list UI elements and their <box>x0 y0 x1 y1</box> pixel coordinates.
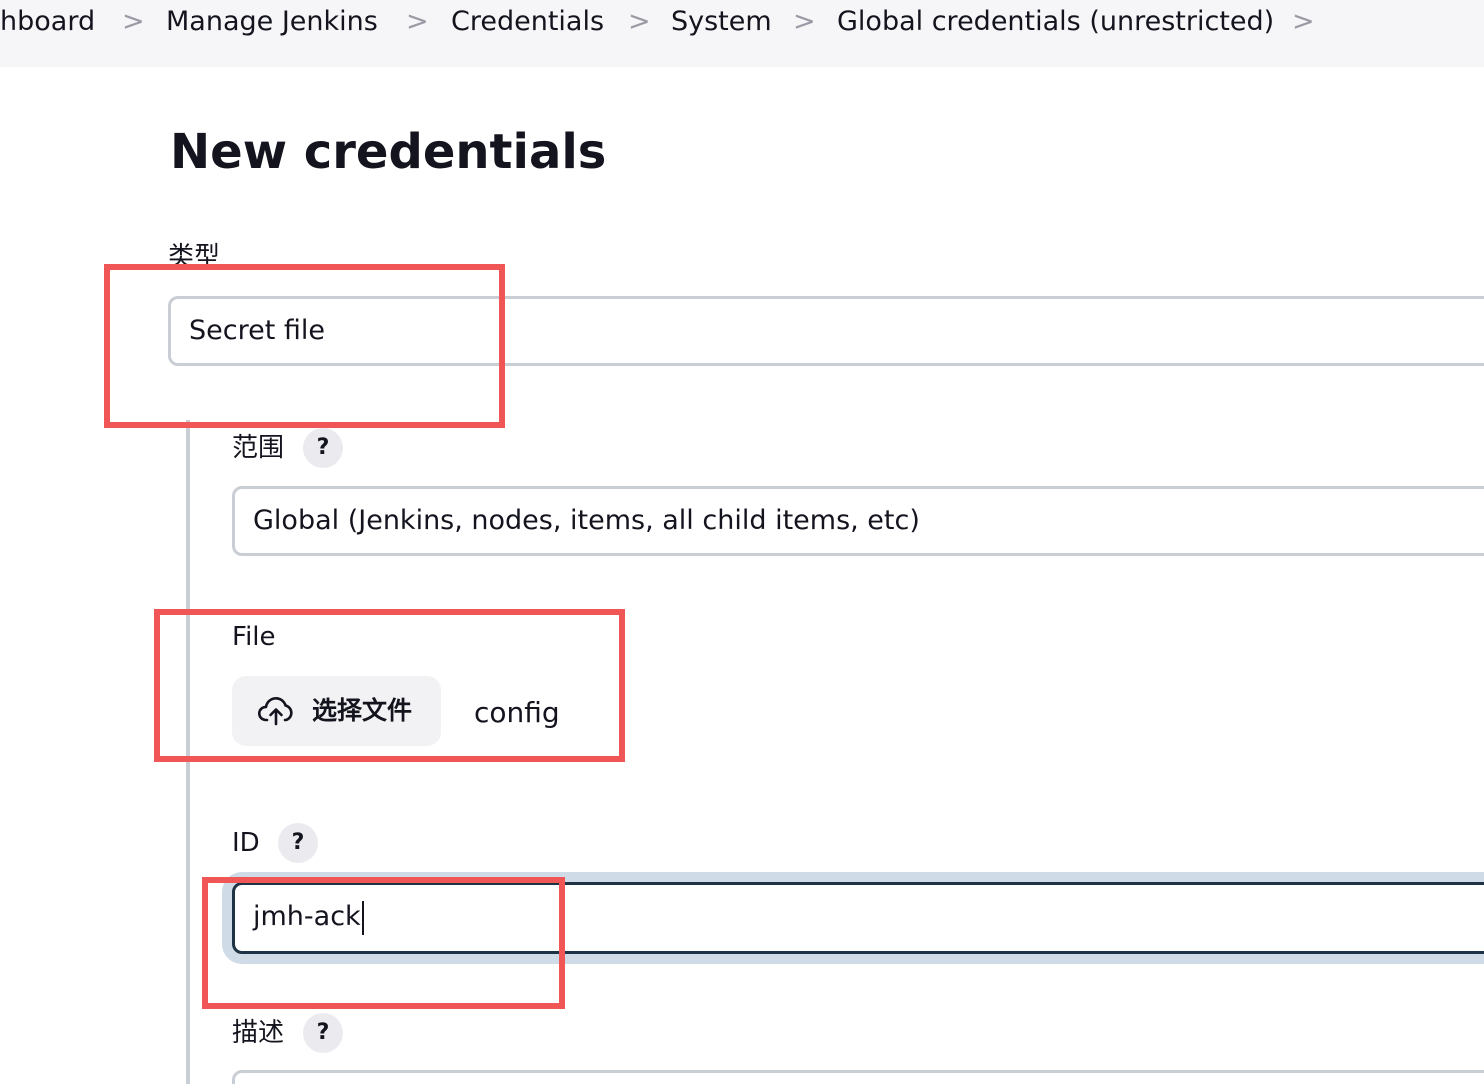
chosen-file-name: config <box>474 696 560 729</box>
choose-file-button-label: 选择文件 <box>312 696 413 725</box>
new-credentials-page: hboard > Manage Jenkins > Credentials > … <box>0 0 1484 1084</box>
scope-help-icon[interactable]: ? <box>303 428 343 468</box>
scope-label: 范围 <box>232 433 285 463</box>
kind-label: 类型 <box>168 242 221 272</box>
file-label: File <box>232 622 276 652</box>
breadcrumb-item-manage-jenkins[interactable]: Manage Jenkins <box>166 4 378 40</box>
description-help-icon[interactable]: ? <box>303 1013 343 1053</box>
breadcrumb-item-credentials[interactable]: Credentials <box>451 4 604 40</box>
breadcrumb: hboard > Manage Jenkins > Credentials > … <box>0 0 1484 67</box>
choose-file-button[interactable]: 选择文件 <box>232 676 441 746</box>
page-title: New credentials <box>170 124 607 180</box>
chevron-right-icon[interactable]: > <box>1292 4 1315 40</box>
kind-select[interactable]: Secret file <box>168 296 1484 366</box>
chevron-right-icon: > <box>628 6 651 37</box>
breadcrumb-item-global-credentials[interactable]: Global credentials (unrestricted) <box>837 4 1274 40</box>
id-label: ID <box>232 828 260 858</box>
id-input-value: jmh-ack <box>253 901 361 932</box>
id-help-icon[interactable]: ? <box>278 823 318 863</box>
nested-section-divider <box>186 420 190 1084</box>
chevron-right-icon: > <box>122 6 145 37</box>
text-caret <box>361 900 364 935</box>
id-input[interactable]: jmh-ack <box>232 882 1484 954</box>
breadcrumb-item-system[interactable]: System <box>671 4 772 40</box>
chevron-right-icon: > <box>406 6 429 37</box>
breadcrumb-item-dashboard[interactable]: hboard <box>0 4 95 40</box>
scope-select[interactable]: Global (Jenkins, nodes, items, all child… <box>232 486 1484 556</box>
description-label: 描述 <box>232 1018 285 1048</box>
chevron-right-icon: > <box>793 6 816 37</box>
cloud-upload-icon <box>258 697 293 726</box>
description-textarea[interactable] <box>232 1070 1484 1084</box>
